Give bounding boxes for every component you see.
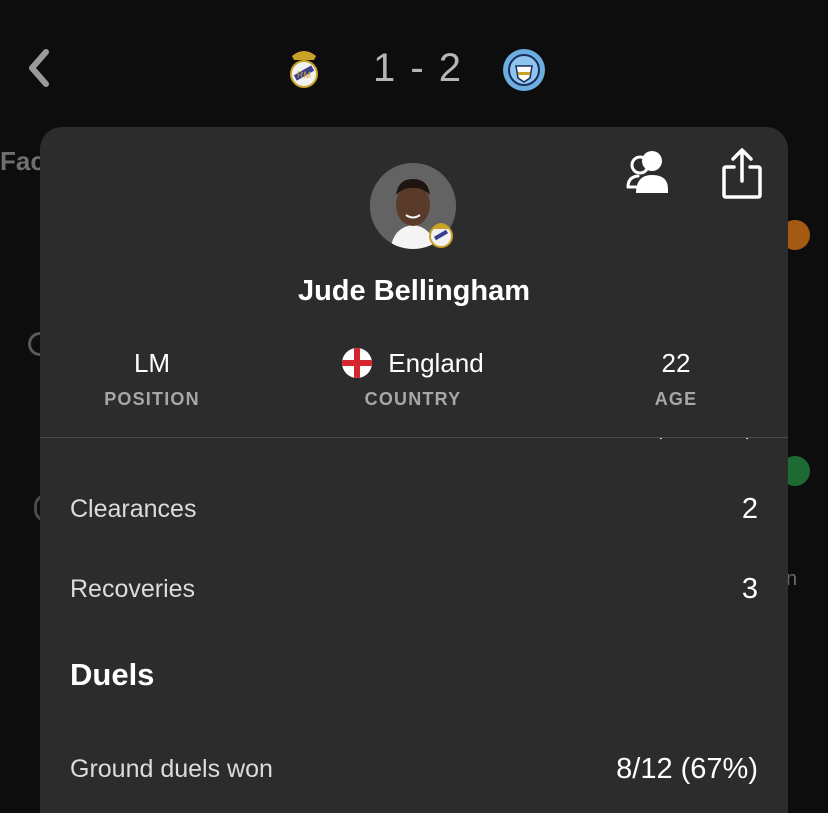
stat-value: 8/12 (67%) [616, 753, 758, 785]
duels-section-title: Duels [70, 657, 155, 692]
stat-row-recoveries: Recoveries 3 [40, 569, 788, 609]
stat-label: Clearances [70, 495, 197, 523]
position-label: POSITION [104, 389, 200, 409]
background-tab-label: Fac [0, 146, 45, 176]
stat-label: Ground duels won [70, 755, 273, 783]
position-info: LM POSITION [52, 345, 252, 410]
partial-stat-label [90, 438, 210, 444]
player-name: Jude Bellingham [297, 275, 531, 307]
player-avatar [370, 163, 456, 249]
country-value: England [388, 348, 484, 378]
match-screen: RM 1 - 2 Fac n Jude Bellingham LM POSITI… [0, 0, 828, 813]
england-flag-icon [342, 348, 373, 378]
real-madrid-crest-icon[interactable]: RM [282, 44, 326, 92]
svg-text:RM: RM [297, 70, 311, 80]
stat-row-ground-duels: Ground duels won 8/12 (67%) [40, 749, 788, 789]
manchester-city-crest-icon[interactable] [502, 46, 546, 94]
stat-row-clearances: Clearances 2 [40, 489, 788, 529]
match-score: 1 - 2 [372, 46, 464, 90]
age-label: AGE [654, 389, 698, 409]
share-button[interactable] [720, 147, 764, 201]
age-info: 22 AGE [576, 345, 776, 410]
scrolled-stat-row-partial [40, 438, 788, 452]
player-profile-button[interactable] [624, 149, 678, 197]
position-value: LM [133, 348, 171, 378]
person-profile-icon [626, 151, 668, 193]
player-info-row: LM POSITION England COUNTRY 22 AGE [40, 345, 788, 415]
player-stats-sheet: Jude Bellingham LM POSITION England COUN… [40, 127, 788, 813]
share-icon [722, 148, 762, 199]
country-info: England COUNTRY [313, 345, 513, 410]
match-header: RM 1 - 2 [0, 44, 828, 94]
stat-label: Recoveries [70, 575, 196, 603]
country-value-row: England [313, 345, 513, 381]
partial-stat-value [596, 438, 756, 452]
team-badge-icon [429, 223, 453, 248]
stat-value: 3 [741, 573, 758, 605]
age-value: 22 [661, 348, 691, 378]
country-label: COUNTRY [364, 389, 462, 409]
stat-value: 2 [741, 493, 758, 525]
